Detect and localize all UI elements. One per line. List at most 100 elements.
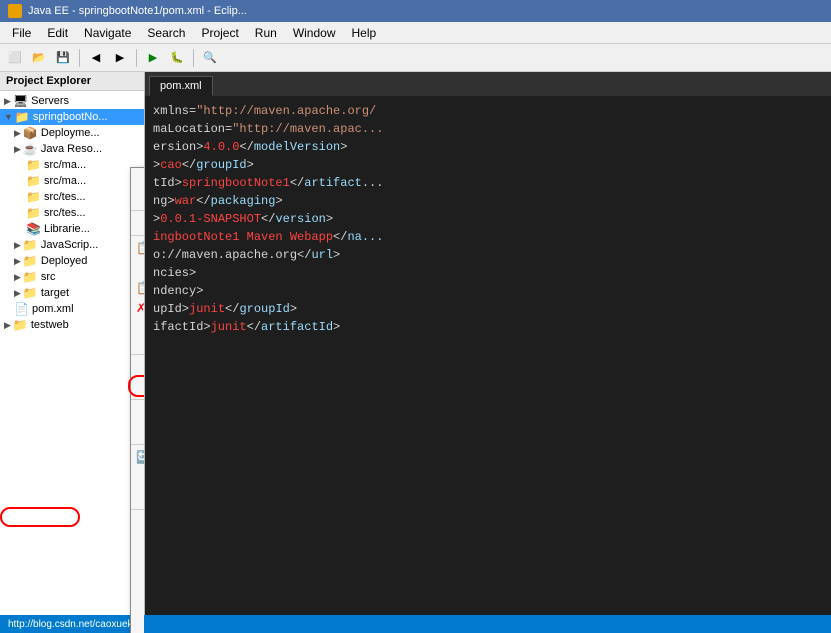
code-line-9: o://maven.apache.org</url> <box>153 246 823 264</box>
tree-deployed[interactable]: ▶ 📁 Deployed <box>0 253 144 269</box>
expand-icon: ▶ <box>4 320 11 331</box>
ctx-import[interactable]: Import <box>131 402 145 422</box>
js-icon: 📁 <box>23 238 38 252</box>
left-panel: Project Explorer ▶ 🖥 Servers ▼ 📁 springb… <box>0 72 145 633</box>
ctx-show-in[interactable]: Show InAlt+Shift+W <box>131 213 145 233</box>
menu-file[interactable]: File <box>4 24 39 42</box>
menu-window[interactable]: Window <box>285 24 344 42</box>
tree-srcma2[interactable]: 📁 src/ma... <box>0 173 144 189</box>
ctx-close-project[interactable]: Close Project <box>131 467 145 487</box>
code-line-3: ersion>4.0.0</modelVersion> <box>153 138 823 156</box>
toolbar-open[interactable]: 📂 <box>28 47 50 69</box>
main-layout: Project Explorer ▶ 🖥 Servers ▼ 📁 springb… <box>0 72 831 633</box>
expand-icon: ▶ <box>14 288 21 299</box>
toolbar-back[interactable]: ◀ <box>85 47 107 69</box>
ctx-show-remote[interactable]: Show in Remote Systems view <box>131 532 145 552</box>
java-icon: ☕ <box>23 142 38 156</box>
deploy-label: Deployme... <box>41 127 100 139</box>
project-tree: ▶ 🖥 Servers ▼ 📁 springbootNo... ▶ 📦 Depl… <box>0 91 144 335</box>
pom-label: pom.xml <box>32 303 74 315</box>
code-content: xmlns="http://maven.apache.org/ maLocati… <box>145 96 831 342</box>
tree-springbootnote[interactable]: ▼ 📁 springbootNo... <box>0 109 144 125</box>
ctx-copy[interactable]: 📋 CopyCtrl+C <box>131 238 145 258</box>
ctx-close-unrelated[interactable]: Close Unrelated Projects <box>131 487 145 507</box>
project-explorer-label: Project Explorer <box>6 75 91 87</box>
copy-icon: 📋 <box>136 241 145 255</box>
deployed-icon: 📁 <box>23 254 38 268</box>
menu-run[interactable]: Run <box>247 24 285 42</box>
java-label: Java Reso... <box>41 143 102 155</box>
ctx-paste[interactable]: 📋 PasteCtrl+V <box>131 278 145 298</box>
status-text: http://blog.csdn.net/caoxuekun <box>8 619 144 630</box>
ctx-profile-as[interactable]: Profile As <box>131 552 145 572</box>
tree-servers[interactable]: ▶ 🖥 Servers <box>0 93 144 109</box>
folder-icon: 📁 <box>26 158 41 172</box>
expand-icon: ▶ <box>14 240 21 251</box>
src-label: src <box>41 271 56 283</box>
toolbar-sep1 <box>79 49 80 67</box>
ctx-delete[interactable]: ✗ DeleteDelete <box>131 298 145 318</box>
testweb-label: testweb <box>31 319 69 331</box>
toolbar-save[interactable]: 💾 <box>52 47 74 69</box>
tree-src[interactable]: ▶ 📁 src <box>0 269 144 285</box>
tree-testweb[interactable]: ▶ 📁 testweb <box>0 317 144 333</box>
code-line-1: xmlns="http://maven.apache.org/ <box>153 102 823 120</box>
srcma1-label: src/ma... <box>44 159 86 171</box>
ctx-run-as[interactable]: Run As <box>131 592 145 612</box>
lib-icon: 📚 <box>26 222 41 236</box>
toolbar-new[interactable]: ⬜ <box>4 47 26 69</box>
ctx-sep4 <box>131 399 145 400</box>
ctx-refactor[interactable]: RefactorAlt+Shift+T <box>131 377 145 397</box>
status-bar: http://blog.csdn.net/caoxuekun <box>0 615 831 633</box>
tree-javascript[interactable]: ▶ 📁 JavaScrip... <box>0 237 144 253</box>
ctx-export[interactable]: Export <box>131 422 145 442</box>
code-line-12: upId>junit</groupId> <box>153 300 823 318</box>
code-line-8: ingbootNote1 Maven Webapp</na... <box>153 228 823 246</box>
ctx-go-into[interactable]: Go Into <box>131 188 145 208</box>
maven-highlight-circle <box>0 507 80 527</box>
tree-deployment[interactable]: ▶ 📦 Deployme... <box>0 125 144 141</box>
code-line-2: maLocation="http://maven.apac... <box>153 120 823 138</box>
menu-edit[interactable]: Edit <box>39 24 76 42</box>
ctx-new[interactable]: New <box>131 168 145 188</box>
ctx-refresh[interactable]: 🔄 RefreshF5 <box>131 447 145 467</box>
ctx-remove-context: Remove from ContextCtrl+Alt+Shift+Down <box>131 318 145 352</box>
expand-icon: ▶ <box>14 144 21 155</box>
ctx-validate[interactable]: Validate <box>131 512 145 532</box>
menu-bar: File Edit Navigate Search Project Run Wi… <box>0 22 831 44</box>
toolbar-run[interactable]: ▶ <box>142 47 164 69</box>
tree-libraries[interactable]: 📚 Librarie... <box>0 221 144 237</box>
toolbar-search[interactable]: 🔍 <box>199 47 221 69</box>
toolbar-sep3 <box>193 49 194 67</box>
tree-java-resources[interactable]: ▶ ☕ Java Reso... <box>0 141 144 157</box>
toolbar: ⬜ 📂 💾 ◀ ▶ ▶ 🐛 🔍 <box>0 44 831 72</box>
ctx-copy-qualified[interactable]: Copy Qualified Name <box>131 258 145 278</box>
tree-srctest2[interactable]: 📁 src/tes... <box>0 205 144 221</box>
paste-icon: 📋 <box>136 281 145 295</box>
ctx-sep6 <box>131 509 145 510</box>
tree-pomxml[interactable]: 📄 pom.xml <box>0 301 144 317</box>
srcma2-label: src/ma... <box>44 175 86 187</box>
menu-project[interactable]: Project <box>193 24 246 42</box>
expand-icon: ▶ <box>14 272 21 283</box>
toolbar-sep2 <box>136 49 137 67</box>
expand-icon: ▶ <box>14 256 21 267</box>
tree-target[interactable]: ▶ 📁 target <box>0 285 144 301</box>
ctx-debug-as[interactable]: Debug As <box>131 572 145 592</box>
testweb-icon: 📁 <box>13 318 28 332</box>
menu-help[interactable]: Help <box>344 24 385 42</box>
ctx-team[interactable]: Team <box>131 612 145 632</box>
menu-navigate[interactable]: Navigate <box>76 24 139 42</box>
srctest2-label: src/tes... <box>44 207 86 219</box>
ctx-sep1 <box>131 210 145 211</box>
toolbar-debug[interactable]: 🐛 <box>166 47 188 69</box>
target-icon: 📁 <box>23 286 38 300</box>
menu-search[interactable]: Search <box>139 24 193 42</box>
code-line-10: ncies> <box>153 264 823 282</box>
editor-tab-pomxml[interactable]: pom.xml <box>149 76 213 96</box>
tree-srcma1[interactable]: 📁 src/ma... <box>0 157 144 173</box>
ctx-build-path[interactable]: Build Path <box>131 357 145 377</box>
toolbar-forward[interactable]: ▶ <box>109 47 131 69</box>
folder-icon: 📁 <box>26 206 41 220</box>
tree-srctest1[interactable]: 📁 src/tes... <box>0 189 144 205</box>
